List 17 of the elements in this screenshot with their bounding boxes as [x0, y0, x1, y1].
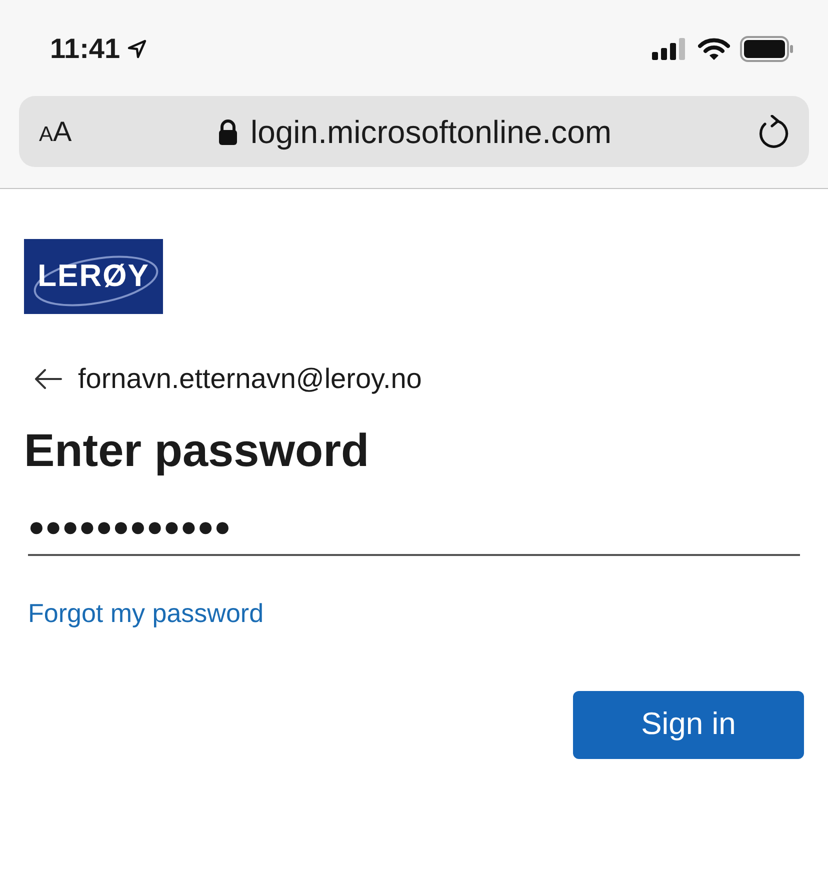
- forgot-password-link[interactable]: Forgot my password: [28, 594, 264, 632]
- address-bar[interactable]: AA login.microsoftonline.com: [19, 96, 809, 167]
- wifi-icon: [698, 37, 730, 61]
- sign-in-button[interactable]: Sign in: [573, 690, 804, 758]
- page-heading: Enter password: [24, 423, 370, 478]
- status-time: 11:41: [50, 32, 120, 66]
- text-size-button[interactable]: AA: [39, 110, 99, 152]
- location-arrow-icon: [126, 38, 148, 60]
- signal-icon: [652, 38, 688, 60]
- back-arrow-icon[interactable]: [34, 368, 62, 390]
- reload-icon[interactable]: [757, 114, 789, 148]
- lock-icon: [218, 118, 238, 144]
- url-text: login.microsoftonline.com: [250, 112, 612, 152]
- company-logo: LERØY: [24, 239, 163, 314]
- battery-icon: [740, 36, 794, 62]
- account-email: fornavn.etternavn@leroy.no: [78, 362, 422, 396]
- password-field[interactable]: ●●●●●●●●●●●●: [28, 500, 800, 556]
